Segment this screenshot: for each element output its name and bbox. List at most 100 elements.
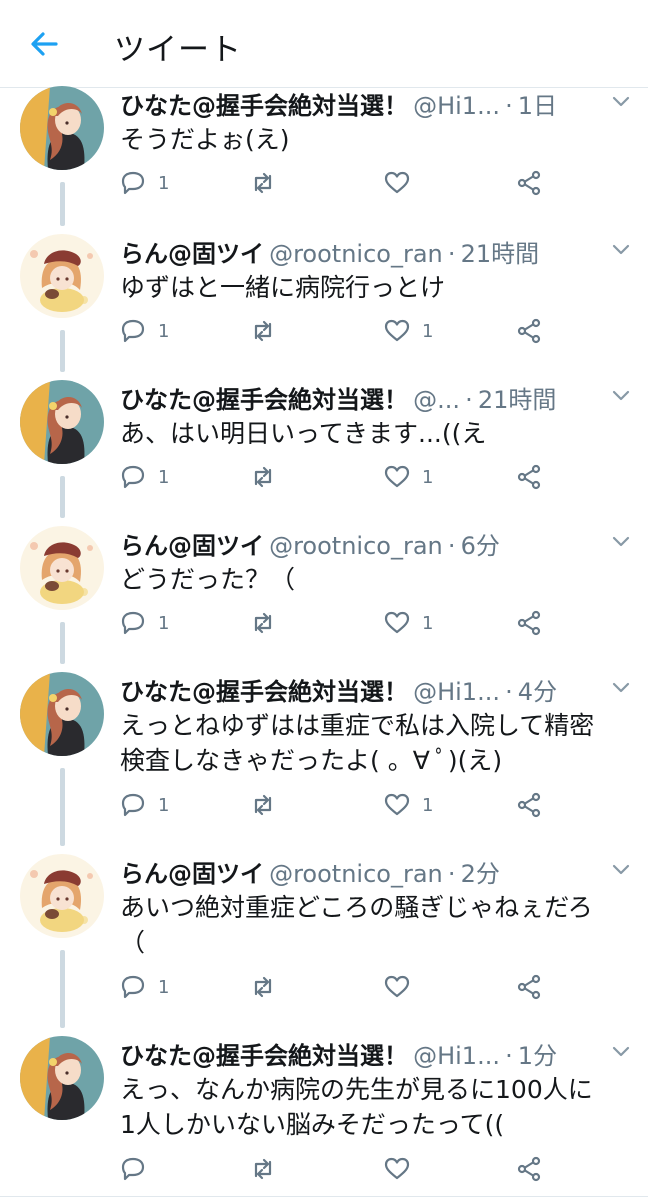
tweet-actions: 1 — [120, 972, 550, 1002]
chevron-down-icon[interactable] — [610, 384, 632, 406]
separator-dot: · — [447, 860, 456, 888]
tweet-header: らん@固ツイ @rootnico_ran · 6分 — [120, 526, 620, 560]
display-name[interactable]: ひなた@握手会絶対当選！ — [120, 92, 408, 120]
like-button[interactable]: 1 — [384, 608, 433, 638]
avatar[interactable] — [20, 854, 104, 938]
reply-count: 1 — [158, 794, 170, 816]
timestamp[interactable]: 4分 — [518, 678, 557, 706]
user-handle: @rootnico_ran — [269, 532, 443, 560]
tweet-header: ひなた@握手会絶対当選！ @Hi1... · 1日 — [120, 86, 620, 120]
retweet-button[interactable] — [250, 972, 276, 1002]
like-icon — [384, 974, 410, 1000]
retweet-icon — [250, 464, 276, 490]
reply-button[interactable]: 1 — [120, 608, 169, 638]
retweet-button[interactable] — [250, 790, 276, 820]
separator-dot: · — [447, 532, 456, 560]
reply-icon — [120, 610, 146, 636]
like-icon — [384, 318, 410, 344]
avatar[interactable] — [20, 86, 104, 170]
tweet[interactable]: らん@固ツイ @rootnico_ran · 21時間 ゆずはと一緒に病院行っとけ… — [0, 234, 648, 380]
tweet[interactable]: ひなた@握手会絶対当選！ @Hi1... · 4分 えっとねゆずはは重症で私は入院… — [0, 672, 648, 854]
like-button[interactable] — [384, 168, 422, 198]
reply-icon — [120, 170, 146, 196]
like-icon — [384, 610, 410, 636]
chevron-down-icon[interactable] — [610, 1040, 632, 1062]
tweet-text: えっ、なんか病院の先生が見るに100人に 1人しかいない脳みそだったって(( — [120, 1075, 593, 1139]
timestamp[interactable]: 2分 — [461, 860, 500, 888]
retweet-button[interactable] — [250, 608, 276, 638]
chevron-down-icon[interactable] — [610, 90, 632, 112]
chevron-down-icon[interactable] — [610, 858, 632, 880]
timestamp[interactable]: 21時間 — [478, 386, 557, 414]
tweet-header: ひなた@握手会絶対当選！ @Hi1... · 4分 — [120, 672, 620, 706]
share-button[interactable] — [516, 316, 542, 346]
avatar[interactable] — [20, 526, 104, 610]
chevron-down-icon[interactable] — [610, 238, 632, 260]
tweet[interactable]: らん@固ツイ @rootnico_ran · 6分 どうだった？（ 1 1 — [0, 526, 648, 672]
tweet-text: そうだよぉ(え) — [120, 125, 290, 154]
separator-dot: · — [505, 92, 513, 120]
like-button[interactable] — [384, 1154, 422, 1184]
share-button[interactable] — [516, 168, 542, 198]
share-button[interactable] — [516, 790, 542, 820]
user-handle: @rootnico_ran — [269, 240, 443, 268]
like-icon — [384, 792, 410, 818]
like-button[interactable]: 1 — [384, 462, 433, 492]
reply-button[interactable]: 1 — [120, 462, 169, 492]
display-name[interactable]: ひなた@握手会絶対当選！ — [120, 386, 408, 414]
tweet-actions: 11 — [120, 462, 550, 492]
reply-button[interactable]: 1 — [120, 316, 169, 346]
like-button[interactable]: 1 — [384, 790, 433, 820]
reply-button[interactable] — [120, 1154, 158, 1184]
chevron-down-icon[interactable] — [610, 530, 632, 552]
share-icon — [516, 170, 542, 196]
retweet-button[interactable] — [250, 462, 276, 492]
chevron-down-icon[interactable] — [610, 676, 632, 698]
top-bar: ツイート — [0, 0, 648, 88]
user-handle: @rootnico_ran — [269, 860, 443, 888]
share-button[interactable] — [516, 1154, 542, 1184]
retweet-icon — [250, 1156, 276, 1182]
timestamp[interactable]: 21時間 — [461, 240, 540, 268]
share-button[interactable] — [516, 608, 542, 638]
separator-dot: · — [505, 678, 513, 706]
like-count: 1 — [422, 466, 434, 488]
display-name[interactable]: ひなた@握手会絶対当選！ — [120, 678, 408, 706]
reply-button[interactable]: 1 — [120, 790, 169, 820]
thread-connector — [60, 330, 65, 372]
user-handle: @Hi1... — [413, 92, 500, 120]
display-name[interactable]: らん@固ツイ — [120, 860, 264, 888]
display-name[interactable]: らん@固ツイ — [120, 532, 264, 560]
user-handle: @Hi1... — [413, 1042, 500, 1070]
thread-connector — [60, 182, 65, 226]
hinata-avatar — [20, 380, 104, 464]
tweet-text: あいつ絶対重症どころの騒ぎじゃねぇだろ（ — [120, 893, 593, 957]
like-button[interactable]: 1 — [384, 316, 433, 346]
avatar[interactable] — [20, 672, 104, 756]
avatar[interactable] — [20, 234, 104, 318]
tweet[interactable]: ひなた@握手会絶対当選！ @Hi1... · 1日そうだよぉ(え) 1 — [0, 86, 648, 234]
like-button[interactable] — [384, 972, 422, 1002]
share-icon — [516, 974, 542, 1000]
reply-button[interactable]: 1 — [120, 972, 169, 1002]
tweet[interactable]: らん@固ツイ @rootnico_ran · 2分あいつ絶対重症どころの騒ぎじゃ… — [0, 854, 648, 1036]
share-button[interactable] — [516, 972, 542, 1002]
tweet[interactable]: ひなた@握手会絶対当選！ @Hi1... · 1分 えっ、なんか病院の先生が見るに… — [0, 1036, 648, 1196]
divider — [0, 1196, 648, 1197]
avatar[interactable] — [20, 1036, 104, 1120]
retweet-button[interactable] — [250, 1154, 276, 1184]
reply-count: 1 — [158, 976, 170, 998]
avatar[interactable] — [20, 380, 104, 464]
reply-button[interactable]: 1 — [120, 168, 169, 198]
share-button[interactable] — [516, 462, 542, 492]
retweet-button[interactable] — [250, 168, 276, 198]
display-name[interactable]: らん@固ツイ — [120, 240, 264, 268]
back-arrow-icon[interactable] — [26, 26, 62, 62]
timestamp[interactable]: 6分 — [461, 532, 500, 560]
timestamp[interactable]: 1分 — [518, 1042, 557, 1070]
tweet[interactable]: ひなた@握手会絶対当選！ @... · 21時間 あ、はい明日いってきます...(… — [0, 380, 648, 526]
display-name[interactable]: ひなた@握手会絶対当選！ — [120, 1042, 408, 1070]
tweet-actions: 11 — [120, 608, 550, 638]
retweet-button[interactable] — [250, 316, 276, 346]
timestamp[interactable]: 1日 — [518, 92, 557, 120]
